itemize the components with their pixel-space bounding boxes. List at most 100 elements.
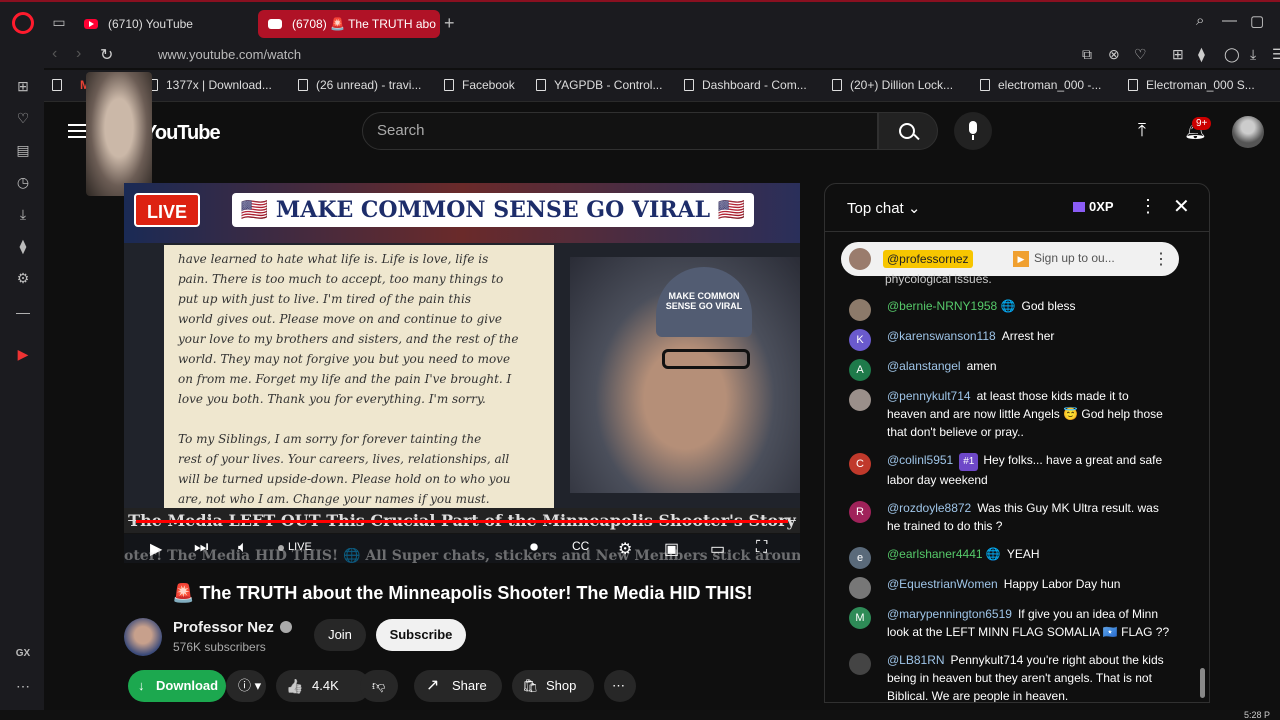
menu-icon[interactable]: ☰ (1272, 46, 1280, 63)
xp-counter[interactable]: 0XP (1073, 199, 1114, 214)
chat-text: God bless (1021, 299, 1076, 313)
bookmark-item[interactable]: Facebook (444, 78, 515, 92)
bookmark-item[interactable]: (20+) Dillion Lock... (832, 78, 953, 92)
extensions-icon[interactable]: ⊞ (1172, 46, 1184, 63)
pinned-menu-icon[interactable]: ⋮ (1153, 249, 1169, 269)
extensions-icon[interactable]: ⧫ (14, 238, 32, 256)
bookmark-item[interactable]: 1377x | Download... (148, 78, 272, 92)
chat-message[interactable]: @pennykult714 at least those kids made it… (825, 382, 1209, 446)
chat-username[interactable]: @pennykult714 (887, 389, 971, 403)
tab-youtube-home[interactable]: (6710) YouTube (74, 10, 254, 38)
chat-avatar[interactable]: e (849, 547, 871, 569)
chat-username[interactable]: @karenswanson118 (887, 329, 996, 343)
chat-username[interactable]: @colinl5951 (887, 453, 953, 467)
tab-current-video[interactable]: (6708) 🚨 The TRUTH abo (258, 10, 440, 38)
bookmark-item[interactable]: (26 unread) - travi... (298, 78, 421, 92)
heart-icon[interactable]: ♡ (14, 110, 32, 128)
close-icon[interactable]: ✕ (1173, 194, 1190, 219)
bookmark-item[interactable]: electroman_000 -... (980, 78, 1101, 92)
video-player[interactable]: LIVE 🇺🇸 MAKE COMMON SENSE GO VIRAL 🇺🇸 ha… (124, 183, 800, 563)
like-button[interactable]: 4.4K (276, 670, 370, 702)
chat-message[interactable]: A @alanstangel amen (825, 352, 1209, 382)
chat-username[interactable]: @alanstangel (887, 359, 961, 373)
more-actions-icon[interactable]: ⋯ (604, 670, 636, 702)
progress-bar[interactable] (136, 520, 788, 523)
pinned-message[interactable]: @professornez Sign up to ou... ⋮ (841, 242, 1179, 276)
chat-username[interactable]: @earlshaner4441 🌐 (887, 547, 1001, 561)
youtube-sidebar-icon[interactable]: ▶ (14, 346, 32, 364)
chat-avatar[interactable]: R (849, 501, 871, 523)
chat-message[interactable]: M @marypennington6519 If give you an idea … (825, 600, 1209, 646)
apps-grid-icon[interactable]: ⊞ (14, 78, 32, 96)
profile-icon[interactable]: ◯ (1224, 46, 1240, 63)
search-input[interactable]: Search (362, 112, 878, 150)
bookmark-item[interactable]: Electroman_000 S... (1128, 78, 1255, 92)
new-tab-button[interactable]: + (444, 13, 455, 34)
channel-avatar[interactable] (124, 618, 162, 656)
workspaces-icon[interactable]: ▭ (50, 14, 68, 32)
microphone-icon[interactable] (954, 112, 992, 150)
share-button[interactable]: Share (414, 670, 502, 702)
download-info-icon[interactable]: ⓘ ▾ (226, 670, 266, 702)
chat-message[interactable]: R @rozdoyle8872 Was this Guy MK Ultra resu… (825, 494, 1209, 540)
chat-avatar[interactable] (849, 577, 871, 599)
history-icon[interactable]: ◷ (14, 174, 32, 192)
url-field[interactable]: www.youtube.com/watch (158, 47, 301, 62)
top-chat-dropdown[interactable]: Top chat ⌄ (847, 199, 920, 217)
youtube-favicon-icon (84, 19, 98, 29)
scrollbar-thumb[interactable] (1200, 668, 1205, 698)
search-tabs-icon[interactable]: ⌕ (1196, 12, 1204, 29)
chat-menu-icon[interactable]: ⋮ (1139, 196, 1157, 217)
heart-icon[interactable]: ♡ (1134, 46, 1147, 63)
chat-avatar[interactable] (849, 299, 871, 321)
chat-avatar[interactable] (849, 653, 871, 675)
maximize-icon[interactable]: ▢ (1250, 12, 1264, 30)
shop-button[interactable]: Shop (512, 670, 594, 702)
chat-avatar[interactable]: K (849, 329, 871, 351)
chat-message[interactable]: @LB81RN Pennykult714 you're right about t… (825, 646, 1209, 702)
hamburger-menu-icon[interactable] (68, 124, 86, 138)
bookmark-item[interactable]: YAGPDB - Control... (536, 78, 662, 92)
download-icon[interactable]: ⤓ (1250, 46, 1256, 63)
channel-name[interactable]: Professor Nez (173, 619, 292, 636)
bookmark-doc-icon[interactable] (52, 78, 70, 92)
download-button[interactable]: Download (128, 670, 226, 702)
chat-username[interactable]: @rozdoyle8872 (887, 501, 971, 515)
upload-icon[interactable]: ⤒ (1138, 120, 1146, 141)
chat-avatar[interactable] (849, 389, 871, 411)
opera-logo-icon[interactable] (12, 12, 34, 34)
more-icon[interactable]: ⋯ (14, 678, 32, 696)
search-button[interactable] (878, 112, 938, 150)
chat-username[interactable]: @bernie-NRNY1958 🌐 (887, 299, 1016, 313)
downloads-icon[interactable]: ⤓ (14, 206, 32, 224)
chat-message[interactable]: @EquestrianWomen Happy Labor Day hun (825, 570, 1209, 600)
chat-username[interactable]: @EquestrianWomen (887, 577, 998, 591)
chat-message[interactable]: K @karenswanson118 Arrest her (825, 322, 1209, 352)
back-icon[interactable]: ‹ (52, 45, 57, 63)
youtube-logo[interactable]: YouTube (144, 122, 221, 145)
join-button[interactable]: Join (314, 619, 366, 651)
chat-avatar[interactable]: M (849, 607, 871, 629)
subscribe-button[interactable]: Subscribe (376, 619, 466, 651)
forward-icon[interactable]: › (76, 45, 81, 63)
chat-message[interactable]: C @colinl5951 #1 Hey folks... have a great … (825, 446, 1209, 494)
minimize-icon[interactable]: — (1222, 12, 1237, 29)
reload-icon[interactable]: ↻ (100, 45, 113, 65)
chat-message[interactable]: @bernie-NRNY1958 🌐 God bless (825, 292, 1209, 322)
video-title-text: The TRUTH about the Minneapolis Shooter!… (199, 583, 753, 603)
settings-icon[interactable]: ⚙ (14, 270, 32, 288)
news-icon[interactable]: ▤ (14, 142, 32, 160)
chat-username[interactable]: @LB81RN (887, 653, 945, 667)
chat-avatar[interactable]: C (849, 453, 871, 475)
chat-avatar[interactable]: A (849, 359, 871, 381)
adblock-icon[interactable]: ⊗ (1108, 46, 1120, 63)
dislike-icon[interactable]: 👎︎ (360, 670, 398, 702)
chat-message[interactable]: e @earlshaner4441 🌐 YEAH (825, 540, 1209, 570)
puzzle-icon[interactable]: ⧫ (1198, 46, 1205, 63)
account-avatar[interactable] (1232, 116, 1264, 148)
chat-username[interactable]: @marypennington6519 (887, 607, 1012, 621)
bookmark-item[interactable]: Dashboard - Com... (684, 78, 807, 92)
chat-scrollbar[interactable] (1199, 232, 1207, 702)
screenshot-icon[interactable]: ⧉ (1082, 46, 1092, 63)
live-badge: LIVE (134, 193, 200, 227)
